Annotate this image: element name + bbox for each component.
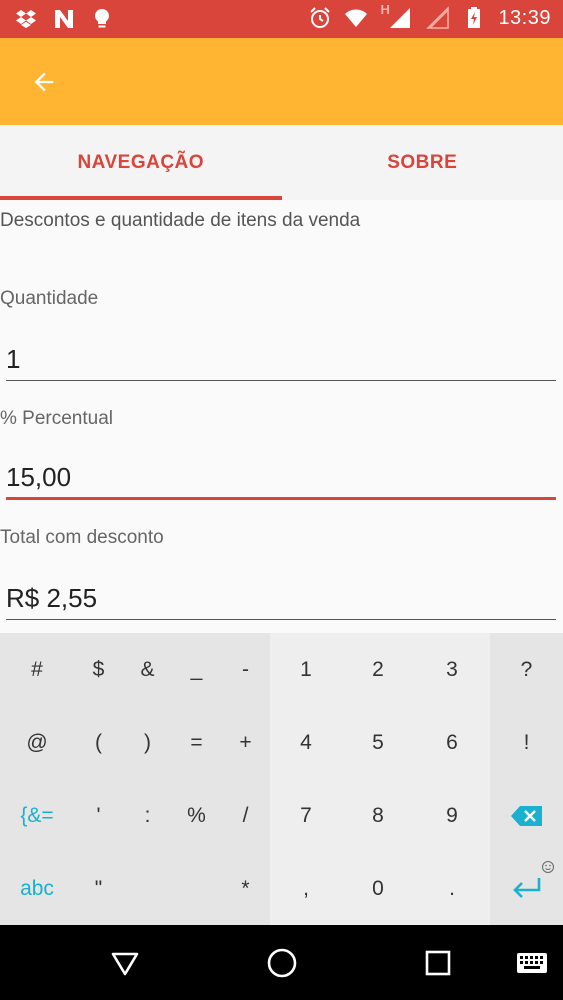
alarm-icon bbox=[310, 7, 331, 28]
key-underscore[interactable]: _ bbox=[172, 633, 221, 706]
back-triangle-icon bbox=[111, 952, 139, 976]
key-1[interactable]: 1 bbox=[270, 633, 342, 706]
key-hash[interactable]: # bbox=[0, 633, 74, 706]
key-7[interactable]: 7 bbox=[270, 779, 342, 852]
back-button[interactable] bbox=[24, 62, 64, 102]
key-slash[interactable]: / bbox=[221, 779, 270, 852]
key-plus[interactable]: + bbox=[221, 706, 270, 779]
wifi-icon bbox=[345, 9, 368, 27]
backspace-key[interactable] bbox=[490, 779, 563, 852]
key-8[interactable]: 8 bbox=[342, 779, 414, 852]
battery-charging-icon bbox=[468, 7, 481, 28]
key-paren-open[interactable]: ( bbox=[74, 706, 123, 779]
key-alphabet[interactable]: abc bbox=[0, 852, 74, 925]
tab-sobre[interactable]: SOBRE bbox=[282, 125, 563, 200]
home-circle-icon bbox=[267, 948, 297, 978]
system-nav-bar bbox=[0, 925, 563, 1000]
key-percent[interactable]: % bbox=[172, 779, 221, 852]
key-5[interactable]: 5 bbox=[342, 706, 414, 779]
backspace-icon bbox=[510, 805, 542, 826]
percent-input[interactable] bbox=[6, 456, 556, 500]
key-more-symbols[interactable]: {&= bbox=[0, 779, 74, 852]
n-notification-icon bbox=[55, 10, 73, 28]
tab-navegacao[interactable]: NAVEGAÇÃO bbox=[0, 125, 282, 200]
form-description: Descontos e quantidade de itens da venda bbox=[0, 210, 361, 231]
key-comma[interactable]: , bbox=[270, 852, 342, 925]
nav-home-button[interactable] bbox=[262, 943, 302, 983]
clock: 13:39 bbox=[498, 6, 551, 29]
app-bar bbox=[0, 38, 563, 125]
key-space[interactable] bbox=[123, 852, 221, 925]
key-0[interactable]: 0 bbox=[342, 852, 414, 925]
key-4[interactable]: 4 bbox=[270, 706, 342, 779]
key-asterisk[interactable]: * bbox=[221, 852, 270, 925]
key-double-quote[interactable]: " bbox=[74, 852, 123, 925]
enter-key[interactable] bbox=[490, 852, 563, 925]
percent-label: % Percentual bbox=[0, 408, 114, 429]
lightbulb-icon bbox=[95, 9, 109, 28]
key-dollar[interactable]: $ bbox=[74, 633, 123, 706]
key-paren-close[interactable]: ) bbox=[123, 706, 172, 779]
signal-icon bbox=[390, 8, 411, 28]
dropbox-icon bbox=[16, 10, 36, 28]
key-equals[interactable]: = bbox=[172, 706, 221, 779]
keyboard-row: {&= ' : % / 7 8 9 bbox=[0, 779, 563, 852]
quantity-input[interactable] bbox=[6, 337, 556, 381]
keyboard-row: abc " * , 0 . bbox=[0, 852, 563, 925]
emoji-hint-icon bbox=[542, 861, 554, 873]
total-input[interactable] bbox=[6, 576, 556, 620]
key-9[interactable]: 9 bbox=[414, 779, 490, 852]
enter-icon bbox=[512, 877, 540, 898]
key-question[interactable]: ? bbox=[490, 633, 563, 706]
keyboard-row: @ ( ) = + 4 5 6 ! bbox=[0, 706, 563, 779]
total-label: Total com desconto bbox=[0, 527, 164, 548]
quantity-label: Quantidade bbox=[0, 288, 99, 309]
signal-empty-icon bbox=[426, 6, 450, 29]
keyboard-row: # $ & _ - 1 2 3 ? bbox=[0, 633, 563, 706]
arrow-back-icon bbox=[34, 72, 54, 92]
nav-back-button[interactable] bbox=[105, 943, 145, 983]
key-colon[interactable]: : bbox=[123, 779, 172, 852]
key-period[interactable]: . bbox=[414, 852, 490, 925]
key-3[interactable]: 3 bbox=[414, 633, 490, 706]
key-apostrophe[interactable]: ' bbox=[74, 779, 123, 852]
status-bar: H 13:39 bbox=[0, 0, 563, 38]
tab-bar: NAVEGAÇÃO SOBRE bbox=[0, 125, 563, 200]
key-minus[interactable]: - bbox=[221, 633, 270, 706]
nav-keyboard-button[interactable] bbox=[512, 943, 552, 983]
key-exclamation[interactable]: ! bbox=[490, 706, 563, 779]
keyboard-icon bbox=[517, 953, 547, 973]
key-at[interactable]: @ bbox=[0, 706, 74, 779]
nav-recents-button[interactable] bbox=[418, 943, 458, 983]
recents-square-icon bbox=[425, 950, 451, 976]
key-6[interactable]: 6 bbox=[414, 706, 490, 779]
key-ampersand[interactable]: & bbox=[123, 633, 172, 706]
numeric-keyboard: # $ & _ - 1 2 3 ? @ ( ) = + 4 5 6 ! {&= … bbox=[0, 633, 563, 925]
key-2[interactable]: 2 bbox=[342, 633, 414, 706]
form-content: Descontos e quantidade de itens da venda… bbox=[0, 200, 563, 633]
